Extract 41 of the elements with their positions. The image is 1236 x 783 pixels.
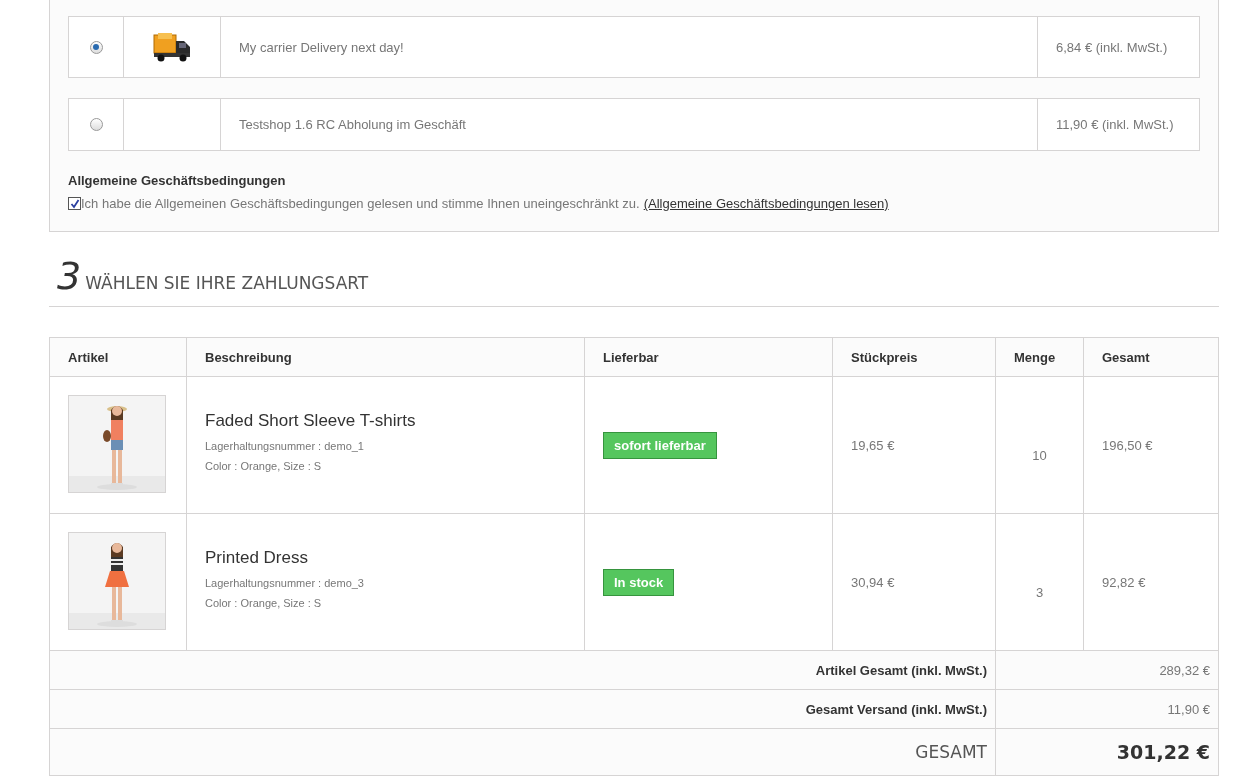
- step-title: WÄHLEN SIE IHRE ZAHLUNGSART: [85, 273, 369, 293]
- radio-button[interactable]: [89, 40, 103, 54]
- terms-text: Ich habe die Allgemeinen Geschäftsbedingungen gelesen und stimme Ihnen uneingeschränkt zu.: [81, 196, 640, 211]
- carrier-price: 11,90 € (inkl. MwSt.): [1056, 117, 1174, 132]
- carrier-row[interactable]: Testshop 1.6 RC Abholung im Geschäft 11,90 € (inkl. MwSt.): [68, 98, 1200, 151]
- product-attributes: Color : Orange, Size : S: [205, 596, 323, 609]
- carrier-name: My carrier Delivery next day!: [239, 39, 404, 55]
- step-number: 3: [57, 254, 80, 298]
- summary-label: Gesamt Versand (inkl. MwSt.): [805, 701, 987, 717]
- product-reference: Lagerhaltungsnummer : demo_1: [205, 439, 365, 452]
- unit-price: 30,94 €: [851, 574, 895, 590]
- unit-price: 19,65 €: [851, 437, 895, 453]
- quantity: 10: [1032, 447, 1047, 463]
- column-header: Artikel: [49, 337, 187, 377]
- radio-button[interactable]: [89, 118, 103, 131]
- column-header: Lieferbar: [584, 337, 833, 377]
- carrier-name: Testshop 1.6 RC Abholung im Geschäft: [239, 117, 466, 132]
- column-header: Gesamt: [1083, 337, 1219, 377]
- column-header: Stückpreis: [832, 337, 996, 377]
- summary-value: 11,90 €: [1167, 701, 1210, 717]
- carrier-price: 6,84 € (inkl. MwSt.): [1056, 39, 1168, 55]
- summary-label: Artikel Gesamt (inkl. MwSt.): [815, 662, 987, 678]
- terms-heading: Allgemeine Geschäftsbedingungen: [68, 173, 286, 188]
- column-header: Beschreibung: [186, 337, 585, 377]
- summary-label: GESAMT: [915, 742, 987, 762]
- carrier-row[interactable]: My carrier Delivery next day! 6,84 € (inkl. MwSt.): [68, 16, 1200, 78]
- checkbox[interactable]: [68, 197, 81, 210]
- product-attributes: Color : Orange, Size : S: [205, 459, 323, 472]
- line-total: 196,50 €: [1102, 437, 1153, 453]
- availability-badge: sofort lieferbar: [603, 431, 717, 459]
- product-reference: Lagerhaltungsnummer : demo_3: [205, 576, 365, 589]
- product-name[interactable]: Faded Short Sleeve T-shirts: [205, 410, 566, 431]
- summary-value: 301,22 €: [1116, 741, 1210, 763]
- truck-icon: [152, 31, 192, 63]
- availability-badge: In stock: [603, 568, 675, 596]
- terms-link[interactable]: (Allgemeine Geschäftsbedingungen lesen): [643, 196, 889, 211]
- quantity: 3: [1035, 584, 1044, 600]
- summary-value: 289,32 €: [1159, 662, 1210, 678]
- column-header: Menge: [995, 337, 1084, 377]
- product-name[interactable]: Printed Dress: [205, 547, 566, 568]
- line-total: 92,82 €: [1102, 574, 1146, 590]
